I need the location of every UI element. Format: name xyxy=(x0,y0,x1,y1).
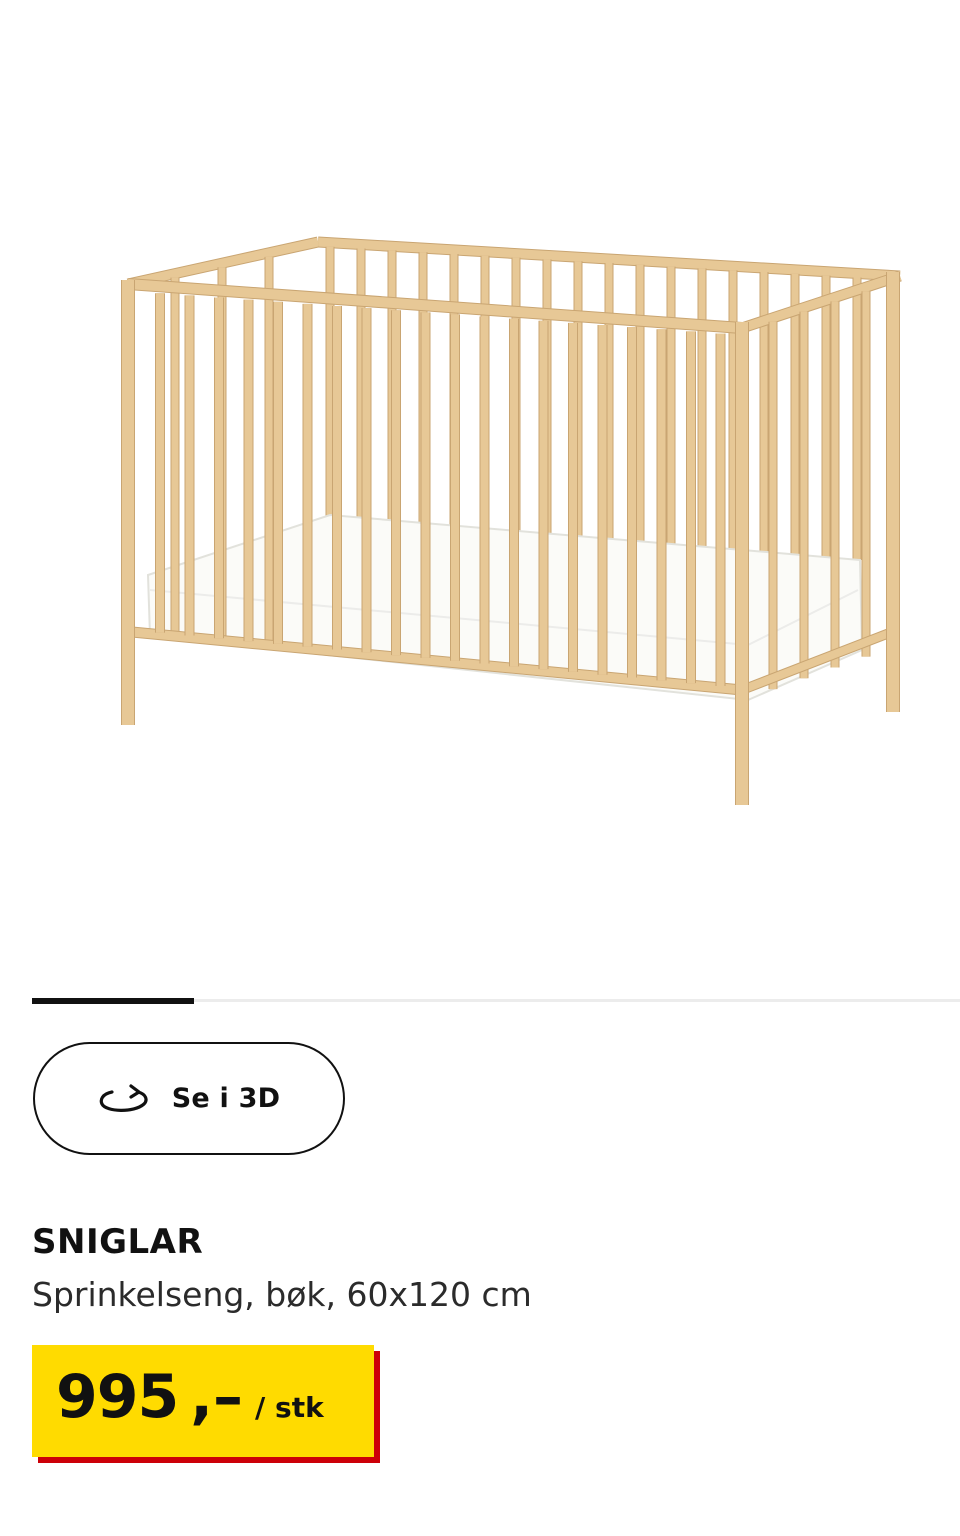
product-name: SNIGLAR xyxy=(32,1222,204,1262)
rotate-3d-icon xyxy=(98,1083,150,1114)
carousel-progress-bar xyxy=(32,998,195,1004)
crib-illustration xyxy=(121,236,902,805)
product-image[interactable] xyxy=(0,0,960,960)
view-in-3d-button[interactable]: Se i 3D xyxy=(33,1042,345,1155)
image-carousel-indicator xyxy=(32,998,960,1004)
price-unit: / stk xyxy=(255,1391,324,1424)
product-description: Sprinkelseng, bøk, 60x120 cm xyxy=(32,1275,532,1314)
price-amount: 995 xyxy=(56,1362,179,1432)
view-in-3d-label: Se i 3D xyxy=(171,1083,281,1114)
price-tag: 995 ,– / stk xyxy=(32,1345,374,1457)
price-suffix: ,– xyxy=(190,1362,244,1432)
